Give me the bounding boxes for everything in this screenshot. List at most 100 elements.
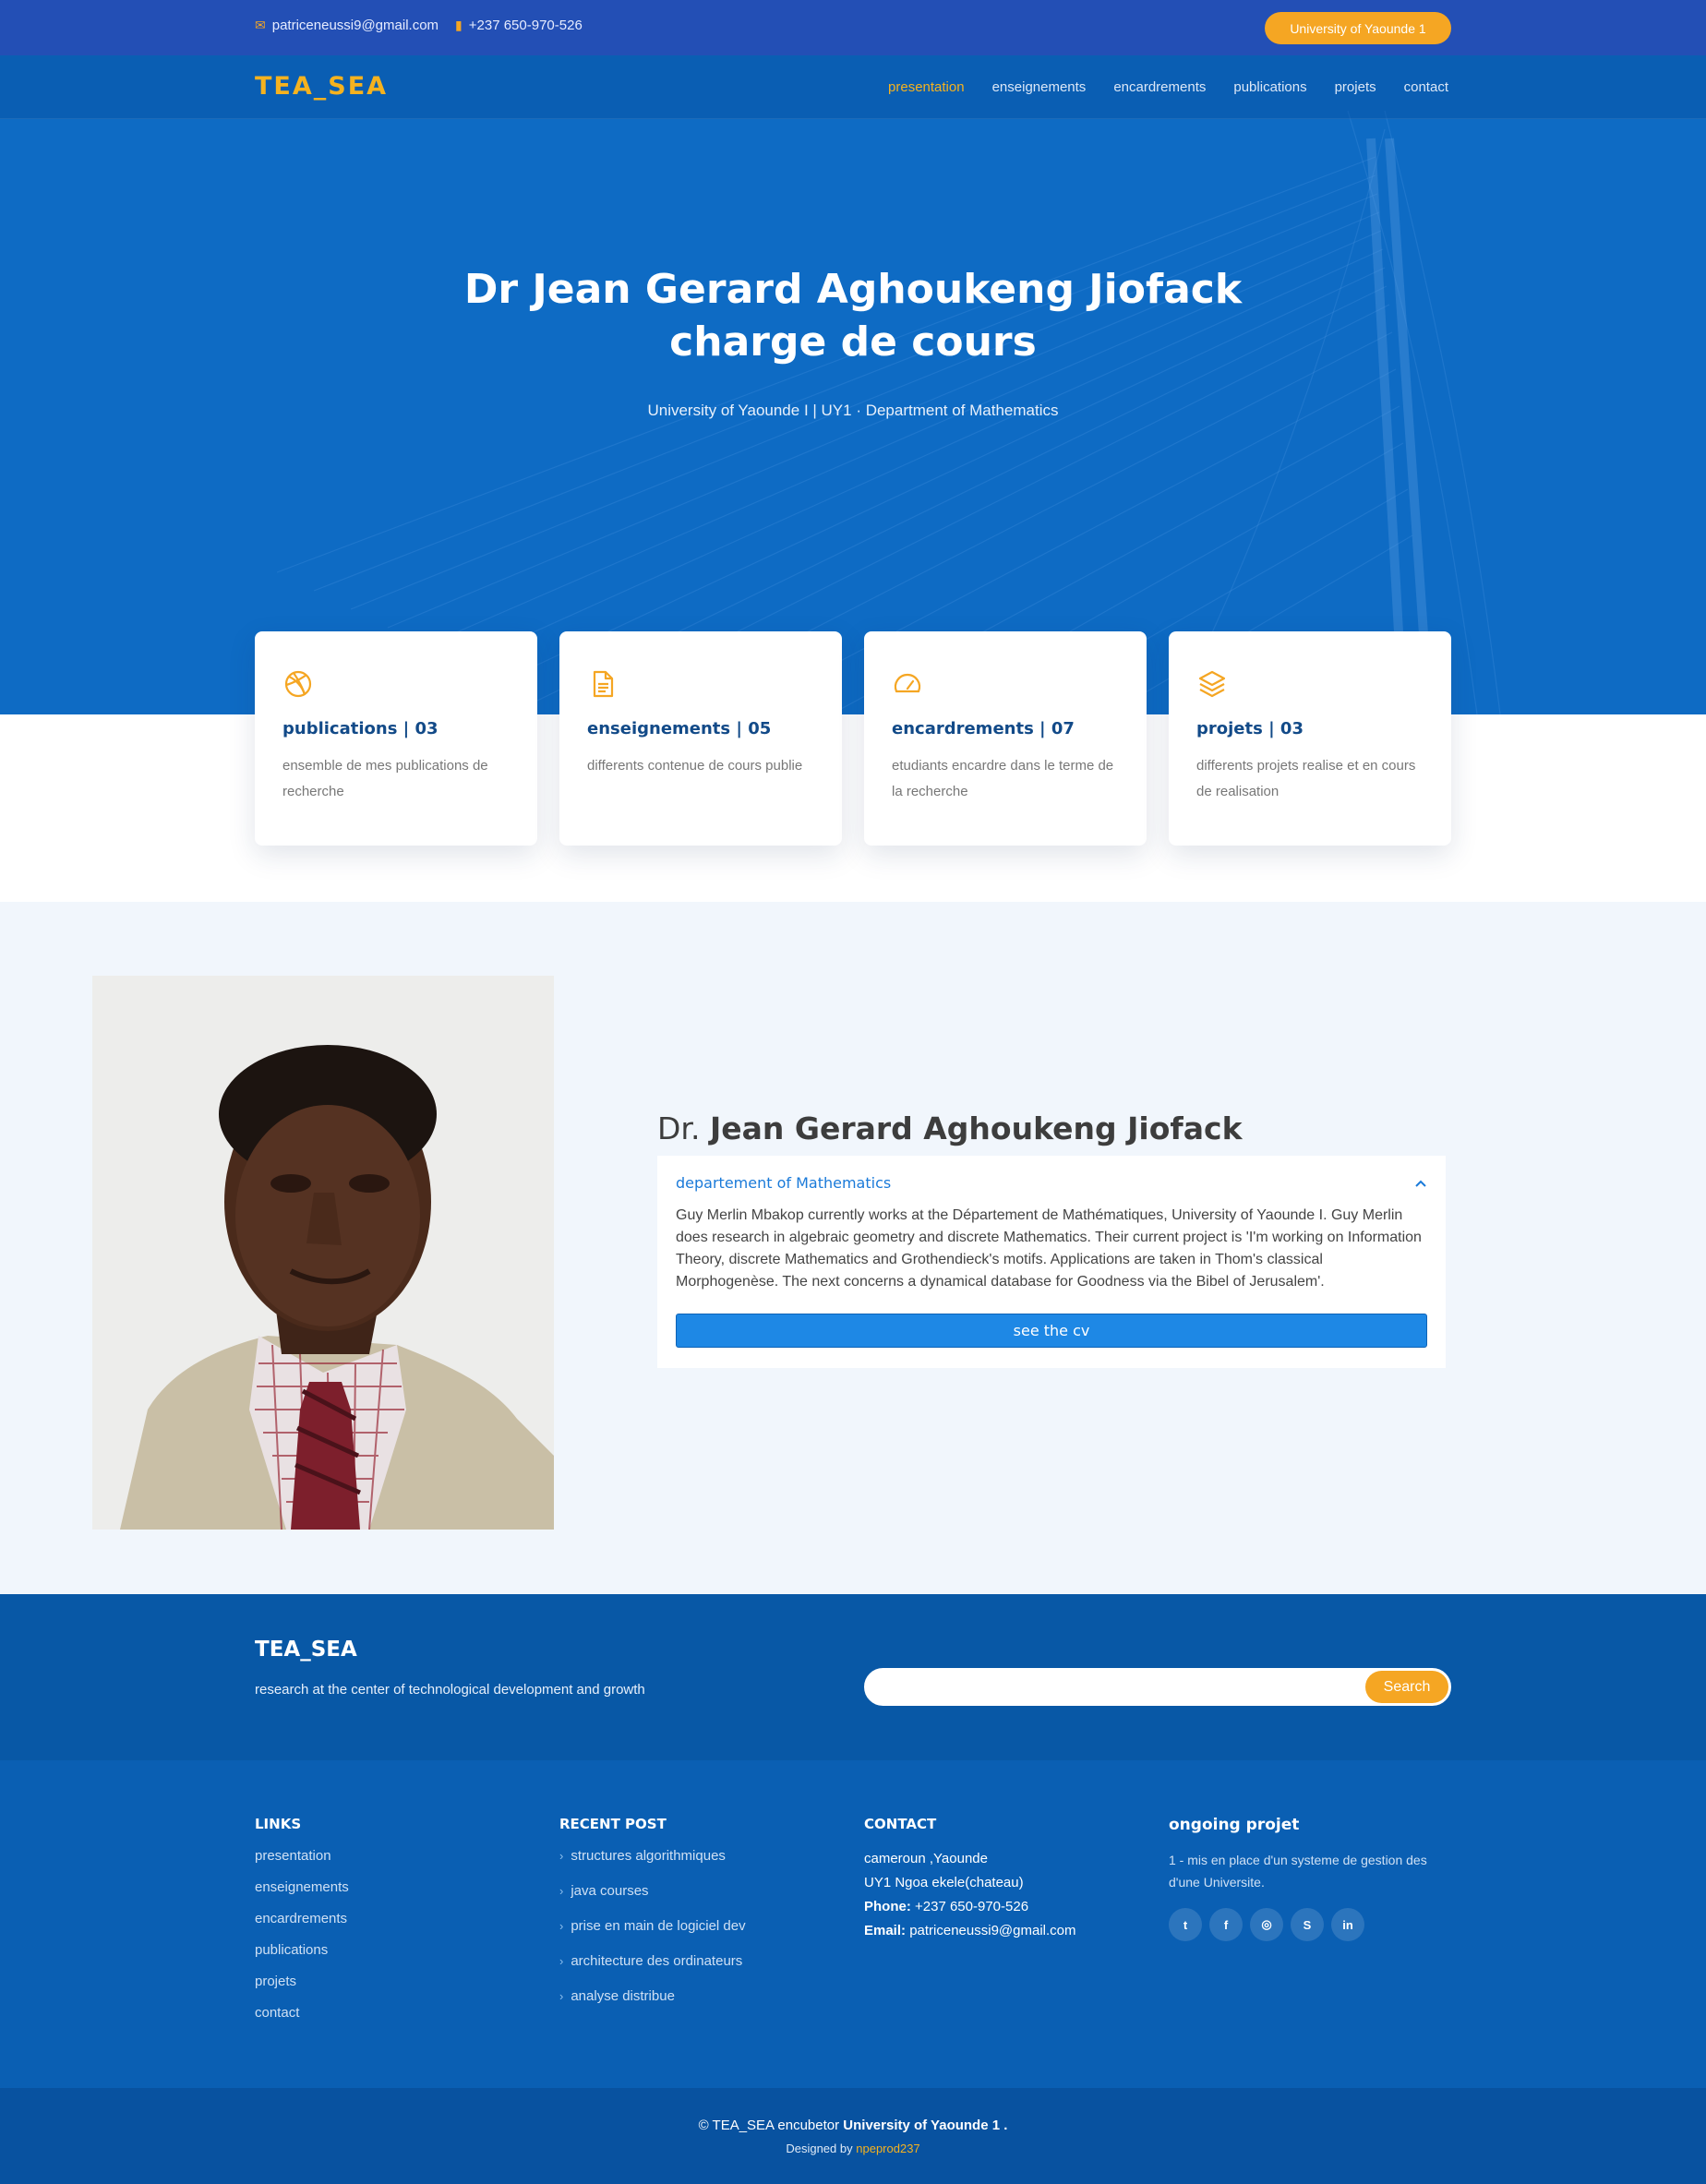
card-text: ensemble de mes publications de recherch… [282,758,488,799]
top-email[interactable]: ✉ patriceneussi9@gmail.com [255,18,439,33]
footer-contact-title: CONTACT [864,1816,937,1832]
bridge-background-graphic [276,110,1501,714]
facebook-icon[interactable]: f [1209,1908,1243,1941]
card-title[interactable]: encardrements | 07 [892,719,1119,738]
copyright-bar: © TEA_SEA encubetor University of Yaound… [0,2088,1706,2184]
chevron-right-icon: › [559,1954,564,1968]
footer-link-contact[interactable]: contact [255,2004,537,2022]
recent-post-item[interactable]: › architecture des ordinateurs [559,1952,842,1971]
accordion-header[interactable]: departement of Mathematics [676,1174,1427,1192]
hero-title-line2: charge de cours [669,318,1037,366]
nav-item-presentation[interactable]: presentation [888,79,965,95]
chevron-up-icon[interactable] [1414,1179,1427,1188]
contact-line-2: UY1 Ngoa ekele(chateau) [864,1875,1024,1890]
newsletter-section: TEA_SEA research at the center of techno… [0,1594,1706,1760]
designer-link[interactable]: npeprod237 [856,2142,919,2155]
footer-project-text: 1 - mis en place d'un systeme de gestion… [1169,1853,1427,1890]
hero-title: Dr Jean Gerard Aghoukeng Jiofack charge … [0,263,1706,368]
hero-title-line1: Dr Jean Gerard Aghoukeng Jiofack [463,266,1243,313]
profile-photo [92,976,554,1530]
name-prefix: Dr. [657,1110,701,1146]
instagram-icon[interactable]: ◎ [1250,1908,1283,1941]
phone-label: Phone: [864,1899,911,1914]
card-encardrements[interactable]: encardrements | 07 etudiants encardre da… [864,631,1147,846]
twitter-icon[interactable]: t [1169,1908,1202,1941]
nav-item-projets[interactable]: projets [1335,79,1376,95]
nav-item-enseignements[interactable]: enseignements [992,79,1087,95]
card-text: differents contenue de cours publie [587,758,803,774]
footer-links-column: LINKS presentation enseignements encardr… [255,1816,537,2035]
navbar: TEA_SEA presentation enseignements encar… [0,55,1706,119]
recent-post-item[interactable]: › structures algorithmiques [559,1847,842,1866]
email-label: Email: [864,1923,907,1938]
footer-project-column: ongoing projet 1 - mis en place d'un sys… [1169,1816,1451,1941]
search-form: Search [864,1668,1451,1706]
name-full: Jean Gerard Aghoukeng Jiofack [709,1110,1243,1146]
recent-post-item[interactable]: › prise en main de logiciel dev [559,1917,842,1936]
nav-menu: presentation enseignements encardrements… [888,79,1448,95]
copyright-org: University of Yaounde 1 . [843,2118,1008,2133]
email-value[interactable]: patriceneussi9@gmail.com [909,1923,1075,1938]
chevron-right-icon: › [559,1849,564,1863]
hero-subtitle: University of Yaounde I | UY1 · Departme… [647,402,1059,419]
speedometer-icon [894,673,921,693]
card-title[interactable]: publications | 03 [282,719,510,738]
layers-icon [1198,670,1226,698]
recent-post-label[interactable]: java courses [571,1883,648,1899]
recent-post-label[interactable]: structures algorithmiques [571,1848,726,1864]
search-input[interactable] [883,1670,1344,1704]
recent-post-label[interactable]: architecture des ordinateurs [571,1953,742,1969]
chevron-right-icon: › [559,1884,564,1898]
site-logo[interactable]: TEA_SEA [255,72,388,101]
footer-link-publications[interactable]: publications [255,1941,537,1960]
contact-email: Email: patriceneussi9@gmail.com [864,1919,1147,1943]
phone-value[interactable]: +237 650-970-526 [915,1899,1028,1914]
phone-icon: ▮ [455,18,463,32]
see-cv-button[interactable]: see the cv [676,1314,1427,1348]
portrait-illustration [92,976,554,1530]
recent-post-item[interactable]: › java courses [559,1882,842,1901]
footer-link-encardrements[interactable]: encardrements [255,1910,537,1928]
card-enseignements[interactable]: enseignements | 05 differents contenue d… [559,631,842,846]
chevron-right-icon: › [559,1989,564,2003]
footer-link-enseignements[interactable]: enseignements [255,1878,537,1897]
nav-item-publications[interactable]: publications [1233,79,1306,95]
accordion-title[interactable]: departement of Mathematics [676,1174,891,1192]
recent-post-label[interactable]: prise en main de logiciel dev [571,1918,745,1934]
card-title[interactable]: enseignements | 05 [587,719,814,738]
card-publications[interactable]: publications | 03 ensemble de mes public… [255,631,537,846]
card-title[interactable]: projets | 03 [1196,719,1424,738]
social-links: t f ◎ S in [1169,1908,1451,1941]
copyright-text: © TEA_SEA encubetor University of Yaound… [0,2118,1706,2133]
linkedin-icon[interactable]: in [1331,1908,1364,1941]
footer: LINKS presentation enseignements encardr… [0,1760,1706,2088]
accordion: departement of Mathematics Guy Merlin Mb… [657,1156,1446,1368]
university-button[interactable]: University of Yaounde 1 [1265,12,1451,44]
footer-links-title: LINKS [255,1816,302,1832]
footer-posts-title: RECENT POST [559,1816,667,1832]
envelope-icon: ✉ [255,18,266,32]
footer-link-projets[interactable]: projets [255,1973,537,1991]
top-email-text: patriceneussi9@gmail.com [271,18,439,33]
card-text: etudiants encardre dans le terme de la r… [892,758,1114,799]
footer-link-presentation[interactable]: presentation [255,1847,537,1866]
footer-brand: TEA_SEA [255,1638,357,1662]
about-section: Dr. Jean Gerard Aghoukeng Jiofack depart… [0,902,1706,1594]
footer-tagline: research at the center of technological … [255,1682,645,1698]
skype-icon[interactable]: S [1291,1908,1324,1941]
top-contact-info: ✉ patriceneussi9@gmail.com ▮ +237 650-97… [255,18,583,33]
designed-by: Designed by npeprod237 [0,2142,1706,2155]
recent-post-label[interactable]: analyse distribue [571,1988,675,2004]
contact-phone: Phone: +237 650-970-526 [864,1895,1147,1919]
search-button[interactable]: Search [1365,1671,1448,1703]
footer-project-title: ongoing projet [1169,1816,1300,1834]
profile-name: Dr. Jean Gerard Aghoukeng Jiofack [657,1110,1243,1146]
accordion-body: Guy Merlin Mbakop currently works at the… [676,1207,1422,1290]
hero-section: TEA_SEA presentation enseignements encar… [0,55,1706,714]
nav-item-encardrements[interactable]: encardrements [1113,79,1206,95]
top-phone[interactable]: ▮ +237 650-970-526 [455,18,583,33]
dribbble-icon [284,670,312,698]
card-projets[interactable]: projets | 03 differents projets realise … [1169,631,1451,846]
nav-item-contact[interactable]: contact [1404,79,1448,95]
recent-post-item[interactable]: › analyse distribue [559,1987,842,2006]
